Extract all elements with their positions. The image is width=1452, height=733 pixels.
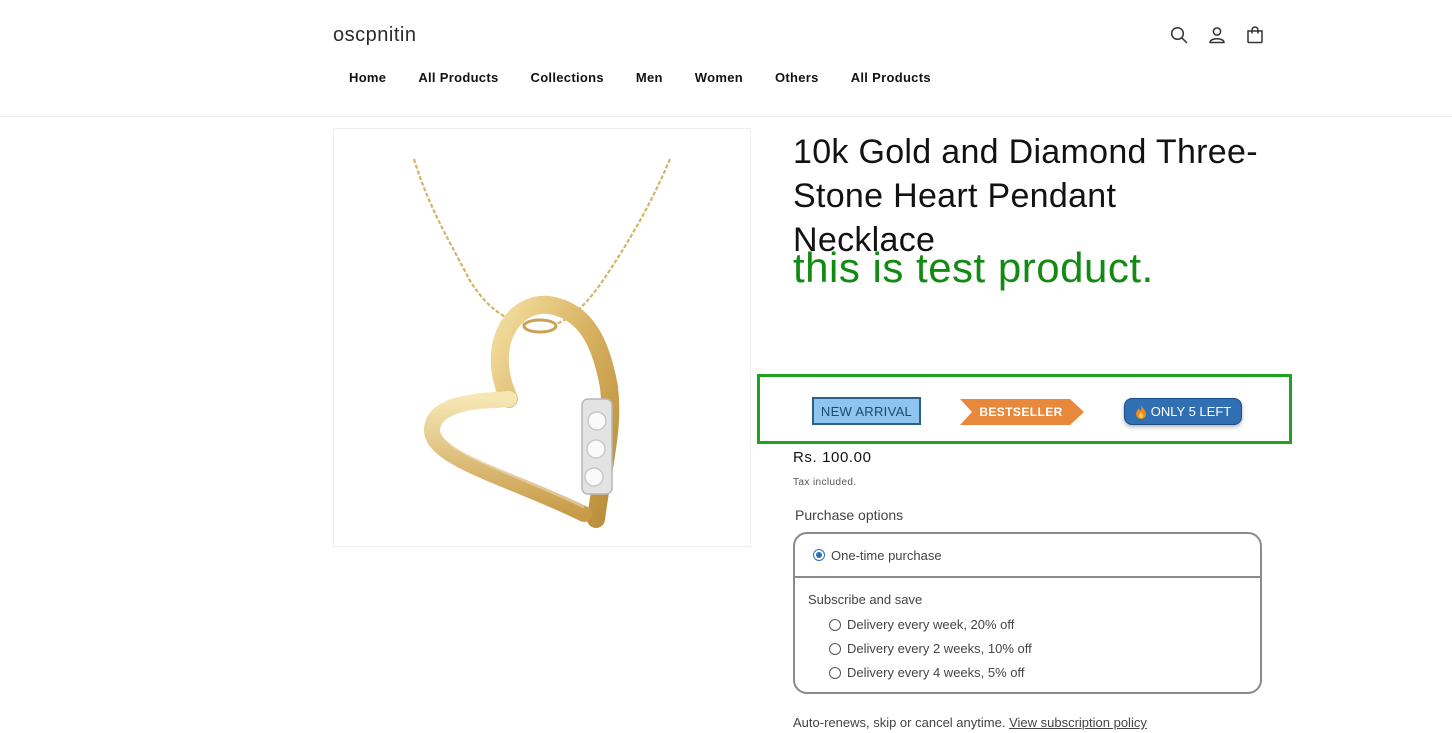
one-time-radio[interactable]: [813, 549, 825, 561]
four-weeks-label: Delivery every 4 weeks, 5% off: [847, 665, 1025, 680]
subscribe-title: Subscribe and save: [808, 592, 923, 607]
new-arrival-badge: NEW ARRIVAL: [812, 397, 921, 425]
delivery-option-4-weeks[interactable]: Delivery every 4 weeks, 5% off: [829, 665, 1025, 680]
fire-icon: [1135, 404, 1146, 419]
purchase-options-box: One-time purchase Subscribe and save Del…: [793, 532, 1262, 694]
weekly-label: Delivery every week, 20% off: [847, 617, 1015, 632]
nav-item-all-products-2[interactable]: All Products: [835, 68, 947, 87]
cart-icon[interactable]: [1244, 24, 1266, 46]
main-nav: Home All Products Collections Men Women …: [333, 68, 947, 87]
store-logo[interactable]: oscpnitin: [333, 24, 416, 47]
search-icon[interactable]: [1168, 24, 1190, 46]
header-icons: [1168, 24, 1266, 46]
nav-item-all-products[interactable]: All Products: [402, 68, 514, 87]
delivery-option-weekly[interactable]: Delivery every week, 20% off: [829, 617, 1014, 632]
four-weeks-radio[interactable]: [829, 666, 841, 679]
auto-renew-note: Auto-renews, skip or cancel anytime. Vie…: [793, 715, 1147, 730]
account-icon[interactable]: [1206, 24, 1228, 46]
low-stock-badge: ONLY 5 LEFT: [1124, 398, 1242, 425]
nav-item-others[interactable]: Others: [759, 68, 835, 87]
site-header: oscpnitin Home All Products Collections …: [0, 0, 1452, 117]
nav-item-collections[interactable]: Collections: [515, 68, 620, 87]
one-time-label: One-time purchase: [831, 547, 942, 563]
heart-pendant-image: [412, 158, 672, 528]
delivery-option-2-weeks[interactable]: Delivery every 2 weeks, 10% off: [829, 641, 1032, 656]
nav-item-men[interactable]: Men: [620, 68, 679, 87]
weekly-radio[interactable]: [829, 618, 841, 631]
low-stock-label: ONLY 5 LEFT: [1150, 404, 1232, 419]
product-price: Rs. 100.00: [793, 449, 872, 466]
two-weeks-label: Delivery every 2 weeks, 10% off: [847, 641, 1032, 656]
product-tagline: this is test product.: [793, 244, 1154, 291]
product-title: 10k Gold and Diamond Three-Stone Heart P…: [793, 133, 1258, 259]
bestseller-badge: BESTSELLER: [979, 405, 1063, 419]
nav-item-women[interactable]: Women: [679, 68, 759, 87]
two-weeks-radio[interactable]: [829, 642, 841, 655]
one-time-purchase-option[interactable]: One-time purchase: [795, 534, 1260, 578]
tax-note: Tax included.: [793, 477, 857, 488]
purchase-options-label: Purchase options: [795, 507, 904, 523]
nav-item-home[interactable]: Home: [333, 68, 402, 87]
subscription-policy-link[interactable]: View subscription policy: [1009, 715, 1147, 730]
product-image[interactable]: [333, 128, 751, 547]
auto-renew-text: Auto-renews, skip or cancel anytime.: [793, 715, 1006, 730]
